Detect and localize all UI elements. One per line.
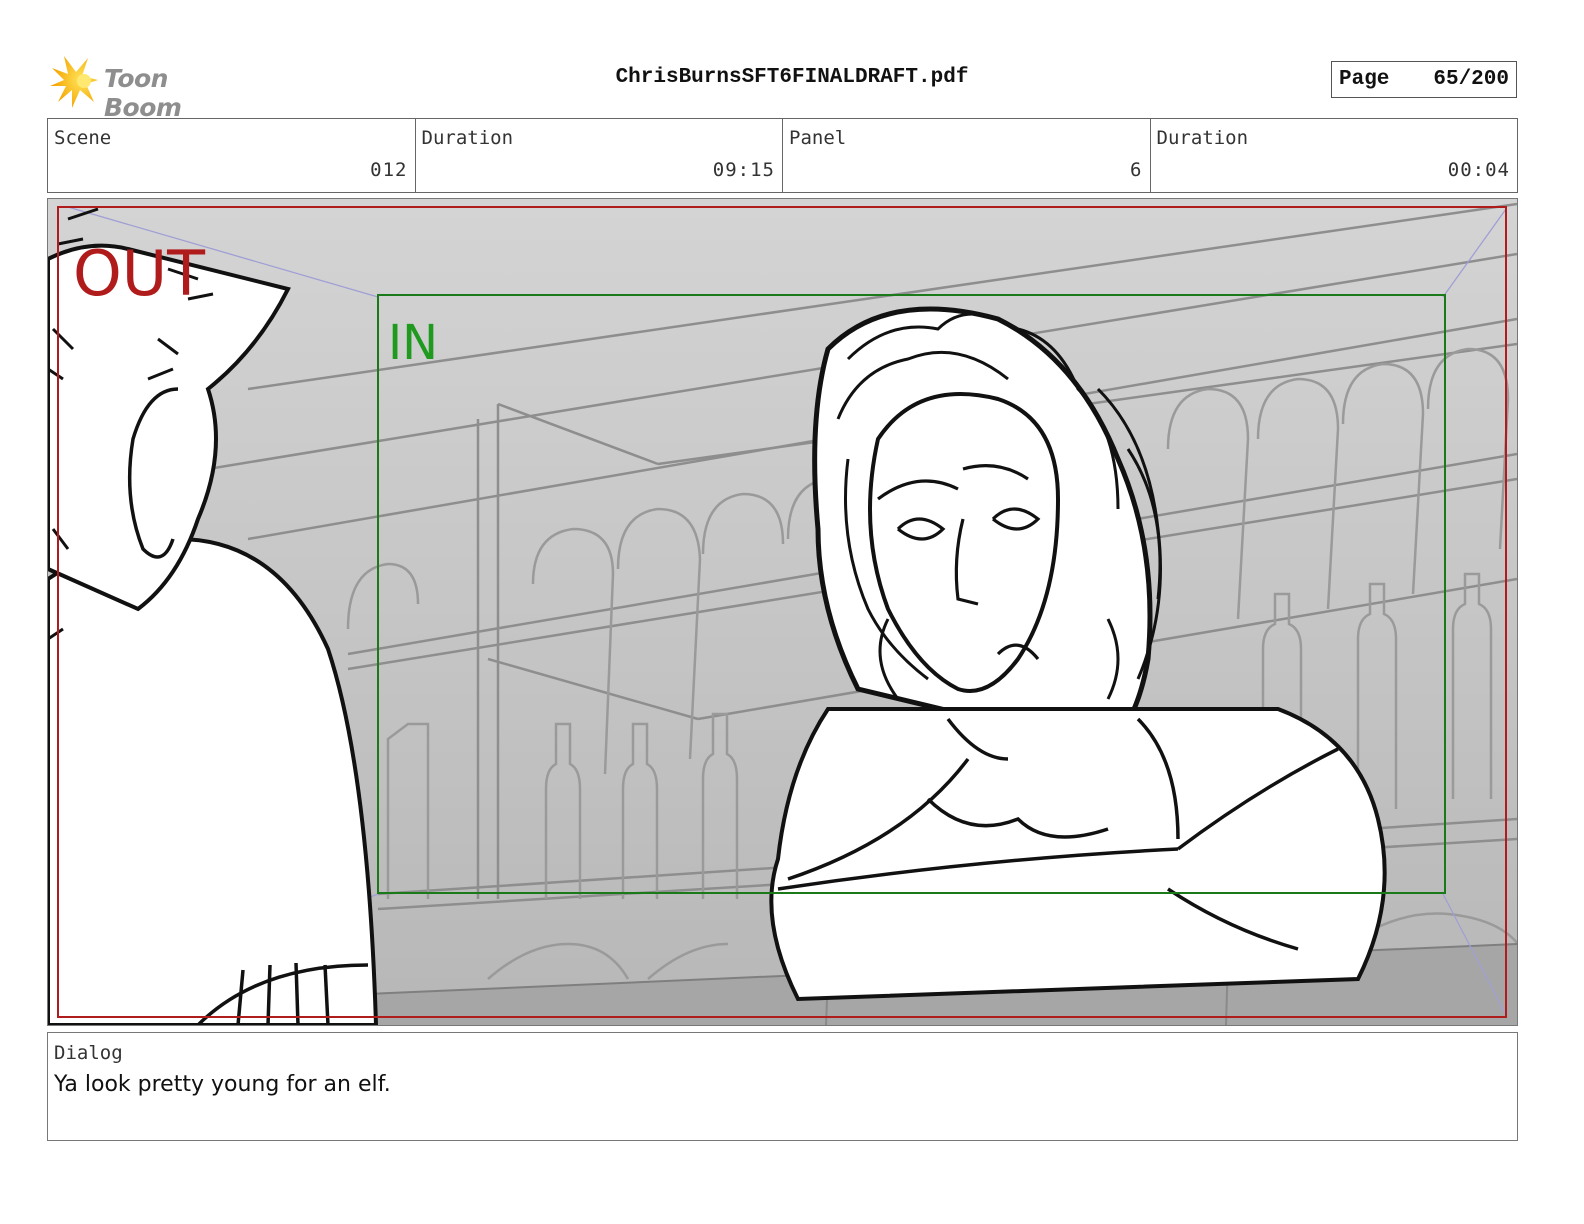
- scene-duration-value: 09:15: [712, 159, 775, 181]
- panel-artwork: IN OUT: [48, 199, 1517, 1025]
- scene-label: Scene: [54, 127, 112, 149]
- panel-duration-label: Duration: [1156, 127, 1249, 149]
- scene-duration-label: Duration: [421, 127, 514, 149]
- scene-cell: Scene 012: [48, 119, 416, 192]
- scene-duration-cell: Duration 09:15: [416, 119, 783, 192]
- panel-duration-value: 00:04: [1447, 159, 1510, 181]
- storyboard-panel: IN OUT: [47, 198, 1518, 1026]
- dialog-box: Dialog Ya look pretty young for an elf.: [47, 1032, 1518, 1141]
- out-label: OUT: [73, 237, 206, 310]
- dialog-label: Dialog: [54, 1042, 123, 1064]
- panel-info-row: Scene 012 Duration 09:15 Panel 6 Duratio…: [47, 118, 1518, 193]
- scene-value: 012: [370, 159, 408, 181]
- panel-value: 6: [1130, 159, 1143, 181]
- panel-cell: Panel 6: [783, 119, 1151, 192]
- page-indicator: Page 65/200: [1331, 61, 1517, 98]
- in-label: IN: [388, 315, 438, 371]
- dialog-text: Ya look pretty young for an elf.: [54, 1072, 391, 1097]
- panel-duration-cell: Duration 00:04: [1151, 119, 1518, 192]
- panel-label: Panel: [789, 127, 847, 149]
- page-number: 65/200: [1433, 68, 1509, 91]
- page-label: Page: [1339, 68, 1390, 91]
